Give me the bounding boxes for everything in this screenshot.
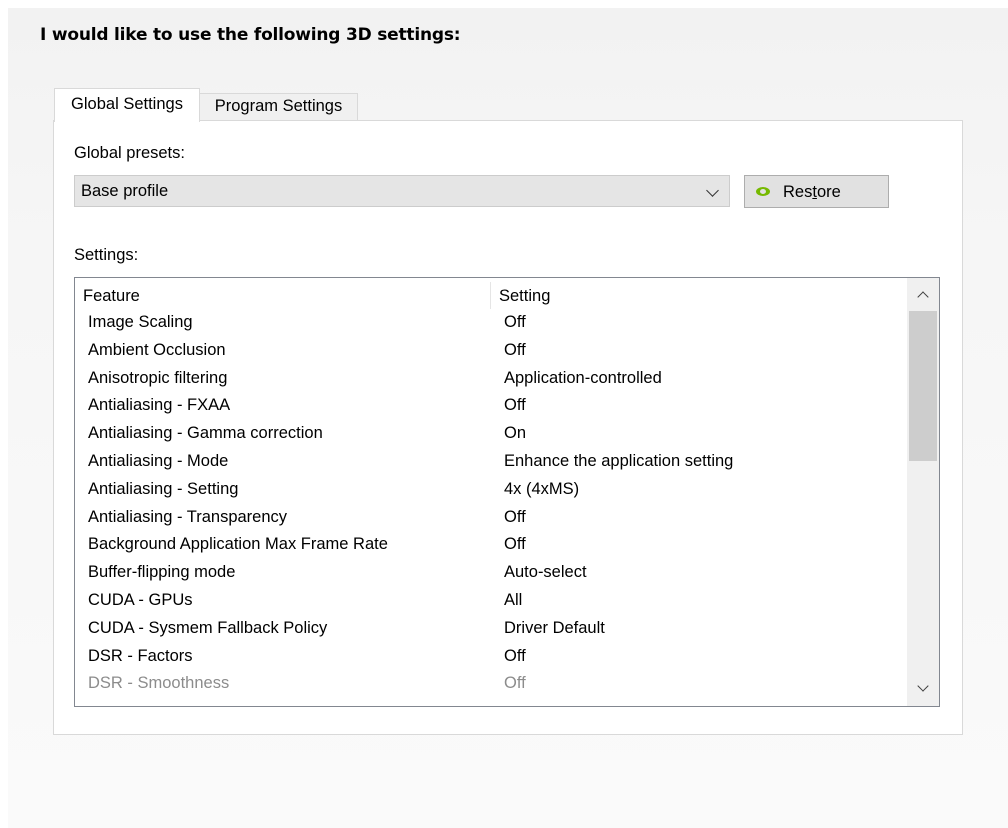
setting-cell[interactable]: On <box>504 424 526 443</box>
nvidia-logo-icon <box>756 187 770 196</box>
column-header-setting[interactable]: Setting <box>499 287 550 306</box>
feature-cell: Antialiasing - Gamma correction <box>88 424 323 443</box>
scroll-up-button[interactable] <box>907 278 939 311</box>
setting-cell[interactable]: Off <box>504 313 526 332</box>
setting-cell[interactable]: Off <box>504 674 526 693</box>
setting-cell[interactable]: 4x (4xMS) <box>504 480 579 499</box>
chevron-up-icon <box>917 291 929 303</box>
feature-cell: Antialiasing - Mode <box>88 451 229 470</box>
table-row[interactable]: Antialiasing - Transparency Off <box>75 506 907 534</box>
table-row[interactable]: CUDA - GPUs All <box>75 589 907 617</box>
global-presets-label: Global presets: <box>74 144 185 162</box>
tab-global-settings[interactable]: Global Settings <box>54 88 200 122</box>
settings-label: Settings: <box>74 246 139 264</box>
chevron-down-icon <box>706 184 719 197</box>
setting-cell[interactable]: Off <box>504 647 526 666</box>
settings-rows: Image Scaling Off Ambient Occlusion Off Anis… <box>75 311 907 700</box>
setting-cell[interactable]: Off <box>504 341 526 360</box>
scroll-down-button[interactable] <box>907 673 939 706</box>
feature-cell: Antialiasing - FXAA <box>88 396 231 415</box>
table-row[interactable]: Image Scaling Off <box>75 311 907 339</box>
table-row[interactable]: Antialiasing - Setting 4x (4xMS) <box>75 478 907 506</box>
table-row[interactable]: Background Application Max Frame Rate Off <box>75 533 907 561</box>
setting-cell[interactable]: Enhance the application setting <box>504 452 733 471</box>
feature-cell: CUDA - GPUs <box>88 590 193 609</box>
table-row[interactable]: Anisotropic filtering Application-control… <box>75 367 907 395</box>
global-presets-dropdown[interactable]: Base profile <box>74 175 730 207</box>
setting-cell[interactable]: All <box>504 591 522 610</box>
feature-cell: CUDA - Sysmem Fallback Policy <box>88 618 328 637</box>
table-row[interactable]: Antialiasing - Gamma correction On <box>75 422 907 450</box>
table-row[interactable]: Antialiasing - Mode Enhance the applicati… <box>75 450 907 478</box>
feature-cell: DSR - Smoothness <box>88 674 230 693</box>
scrollbar-thumb[interactable] <box>909 311 937 461</box>
setting-cell[interactable]: Off <box>504 535 526 554</box>
settings-list[interactable]: Feature Setting Image Scaling Off Ambient … <box>74 277 940 707</box>
column-divider[interactable] <box>490 282 491 309</box>
feature-cell: Antialiasing - Setting <box>88 479 239 498</box>
feature-cell: Buffer-flipping mode <box>88 563 236 582</box>
chevron-down-icon <box>917 680 929 692</box>
feature-cell: Anisotropic filtering <box>88 368 228 387</box>
page-title: I would like to use the following 3D set… <box>40 25 461 45</box>
table-row[interactable]: Antialiasing - FXAA Off <box>75 394 907 422</box>
feature-cell: Ambient Occlusion <box>88 340 226 359</box>
setting-cell[interactable]: Off <box>504 396 526 415</box>
list-header: Feature Setting <box>75 278 907 311</box>
table-row[interactable]: DSR - Factors Off <box>75 645 907 673</box>
feature-cell: Background Application Max Frame Rate <box>88 535 388 554</box>
setting-cell[interactable]: Auto-select <box>504 563 587 582</box>
global-presets-selected: Base profile <box>81 182 169 200</box>
tab-program-settings[interactable]: Program Settings <box>200 93 358 121</box>
table-row[interactable]: Buffer-flipping mode Auto-select <box>75 561 907 589</box>
table-row[interactable]: Ambient Occlusion Off <box>75 339 907 367</box>
feature-cell: Image Scaling <box>88 313 193 331</box>
feature-cell: Antialiasing - Transparency <box>88 507 288 526</box>
table-row[interactable]: CUDA - Sysmem Fallback Policy Driver Defa… <box>75 617 907 645</box>
restore-button-label: Restore <box>783 183 841 201</box>
feature-cell: DSR - Factors <box>88 646 193 665</box>
setting-cell[interactable]: Driver Default <box>504 619 605 638</box>
setting-cell[interactable]: Application-controlled <box>504 369 662 388</box>
column-header-feature[interactable]: Feature <box>83 287 140 306</box>
setting-cell[interactable]: Off <box>504 508 526 527</box>
restore-button[interactable]: Restore <box>744 175 889 208</box>
vertical-scrollbar[interactable] <box>907 278 939 706</box>
table-row[interactable]: DSR - Smoothness Off <box>75 672 907 700</box>
